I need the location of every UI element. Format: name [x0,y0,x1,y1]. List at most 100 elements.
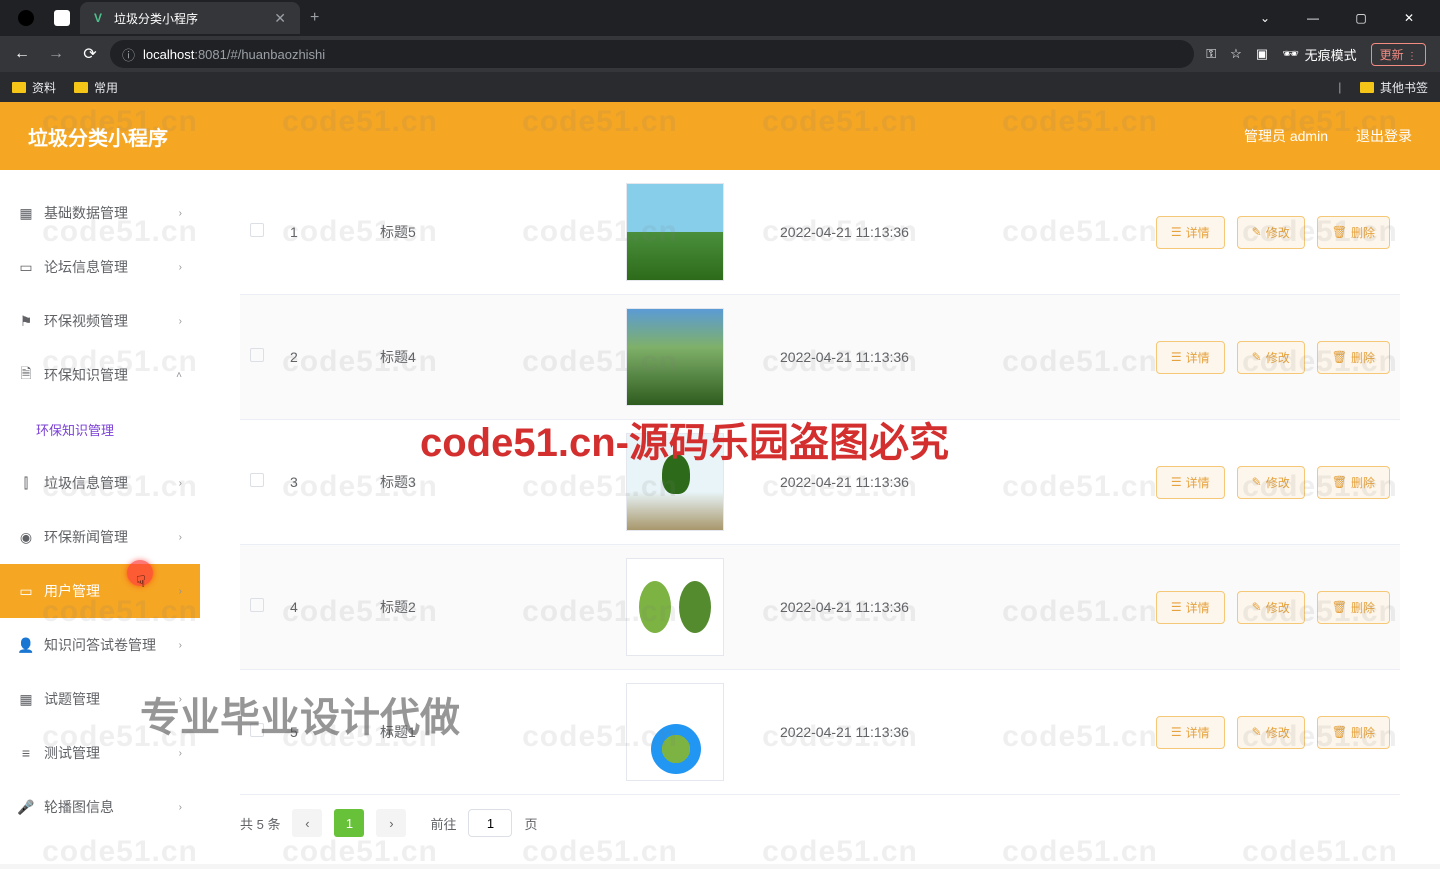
detail-button[interactable]: ☰详情 [1156,216,1225,249]
forward-button[interactable]: → [42,40,70,68]
extensions-icon[interactable]: ▣ [1256,46,1268,62]
minimize-button[interactable]: — [1290,2,1336,34]
address-bar[interactable]: ⓘ localhost:8081/#/huanbaozhishi [110,40,1194,68]
row-index: 2 [290,349,380,365]
sidebar-item[interactable]: ▦基础数据管理› [0,186,200,240]
row-image [626,683,724,781]
tab-2[interactable] [44,2,80,34]
row-title: 标题5 [380,222,570,242]
sidebar-item[interactable]: ▭用户管理› [0,564,200,618]
detail-icon: ☰ [1171,475,1182,489]
sidebar-item[interactable]: ⫿垃圾信息管理› [0,456,200,510]
sidebar-subitem[interactable]: 环保知识管理 [0,402,200,456]
edit-button[interactable]: ✎修改 [1237,591,1305,624]
row-checkbox[interactable] [250,723,264,737]
update-button[interactable]: 更新 ⋮ [1371,43,1426,66]
goto-input[interactable] [468,809,512,837]
detail-button[interactable]: ☰详情 [1156,341,1225,374]
row-index: 3 [290,474,380,490]
delete-button[interactable]: 🗑删除 [1317,466,1390,499]
sidebar-item[interactable]: 🎤轮播图信息› [0,780,200,834]
sidebar-item-label: 环保知识管理 [44,365,128,385]
new-tab-button[interactable]: + [300,9,329,27]
app-header: 垃圾分类小程序 管理员 admin 退出登录 [0,102,1440,170]
edit-button[interactable]: ✎修改 [1237,716,1305,749]
folder-icon [1360,82,1374,93]
url-port: :8081 [194,47,227,62]
key-icon[interactable]: ⚿ [1206,46,1216,62]
edit-button[interactable]: ✎修改 [1237,216,1305,249]
logout-link[interactable]: 退出登录 [1356,126,1412,146]
bookmark-folder-2[interactable]: 常用 [74,79,118,96]
sidebar-item-label: 用户管理 [44,581,100,601]
delete-button[interactable]: 🗑删除 [1317,216,1390,249]
reload-button[interactable]: ⟳ [76,40,104,68]
delete-icon: 🗑 [1332,475,1347,489]
chevron-icon: › [179,316,182,327]
sidebar-item[interactable]: ▦总览数据管理 [0,170,200,186]
sidebar-item[interactable]: ▦试题管理› [0,672,200,726]
table-row: 1标题52022-04-21 11:13:36☰详情✎修改🗑删除 [240,170,1400,295]
chevron-icon: › [179,586,182,597]
row-checkbox[interactable] [250,598,264,612]
row-date: 2022-04-21 11:13:36 [780,724,1010,740]
tab-1[interactable] [8,2,44,34]
close-icon[interactable]: ✕ [270,10,290,27]
pointer-icon: ☟ [136,572,146,592]
delete-icon: 🗑 [1332,725,1347,739]
page-current[interactable]: 1 [334,809,364,837]
row-date: 2022-04-21 11:13:36 [780,349,1010,365]
sidebar-item-label: 环保知识管理 [36,420,114,439]
goto-suffix: 页 [524,814,537,833]
chevron-down-icon[interactable]: ⌄ [1242,2,1288,34]
sidebar-item[interactable]: 👤知识问答试卷管理› [0,618,200,672]
row-checkbox[interactable] [250,473,264,487]
detail-button[interactable]: ☰详情 [1156,466,1225,499]
edit-button[interactable]: ✎修改 [1237,341,1305,374]
star-icon[interactable]: ☆ [1230,46,1242,62]
sidebar-item-label: 环保新闻管理 [44,527,128,547]
chevron-icon: › [179,748,182,759]
row-image [626,433,724,531]
browser-chrome: V 垃圾分类小程序 ✕ + ⌄ — ▢ ✕ ← → ⟳ ⓘ localhost:… [0,0,1440,102]
back-button[interactable]: ← [8,40,36,68]
chevron-icon: › [179,478,182,489]
url-path: /#/huanbaozhishi [227,47,325,62]
detail-button[interactable]: ☰详情 [1156,716,1225,749]
row-checkbox[interactable] [250,348,264,362]
delete-button[interactable]: 🗑删除 [1317,591,1390,624]
pagination-total: 共 5 条 [240,814,280,833]
row-title: 标题2 [380,597,570,617]
sidebar-item[interactable]: 🗎环保知识管理˄ [0,348,200,402]
page-prev-button[interactable]: ‹ [292,809,322,837]
chevron-icon: › [179,262,182,273]
other-bookmarks[interactable]: | 其他书签 [1338,79,1428,96]
edit-button[interactable]: ✎修改 [1237,466,1305,499]
page-next-button[interactable]: › [376,809,406,837]
bookmark-folder-1[interactable]: 资料 [12,79,56,96]
chevron-icon: › [179,802,182,813]
menu-icon: 🗎 [18,367,34,383]
sidebar-item[interactable]: ⚑环保视频管理› [0,294,200,348]
row-date: 2022-04-21 11:13:36 [780,599,1010,615]
folder-icon [74,82,88,93]
sidebar-item-label: 环保视频管理 [44,311,128,331]
row-title: 标题3 [380,472,570,492]
incognito-indicator: 🕶 无痕模式 [1282,45,1357,64]
window-controls: ⌄ — ▢ ✕ [1242,2,1432,34]
tab-active[interactable]: V 垃圾分类小程序 ✕ [80,2,300,34]
close-window-button[interactable]: ✕ [1386,2,1432,34]
maximize-button[interactable]: ▢ [1338,2,1384,34]
detail-button[interactable]: ☰详情 [1156,591,1225,624]
sidebar-item-label: 论坛信息管理 [44,257,128,277]
row-checkbox[interactable] [250,223,264,237]
delete-icon: 🗑 [1332,600,1347,614]
chevron-icon: › [179,532,182,543]
sidebar-item[interactable]: ◉环保新闻管理› [0,510,200,564]
sidebar-item[interactable]: ▭论坛信息管理› [0,240,200,294]
user-label[interactable]: 管理员 admin [1244,126,1328,146]
delete-button[interactable]: 🗑删除 [1317,716,1390,749]
menu-icon: ▦ [18,691,34,707]
sidebar-item[interactable]: ≡测试管理› [0,726,200,780]
delete-button[interactable]: 🗑删除 [1317,341,1390,374]
